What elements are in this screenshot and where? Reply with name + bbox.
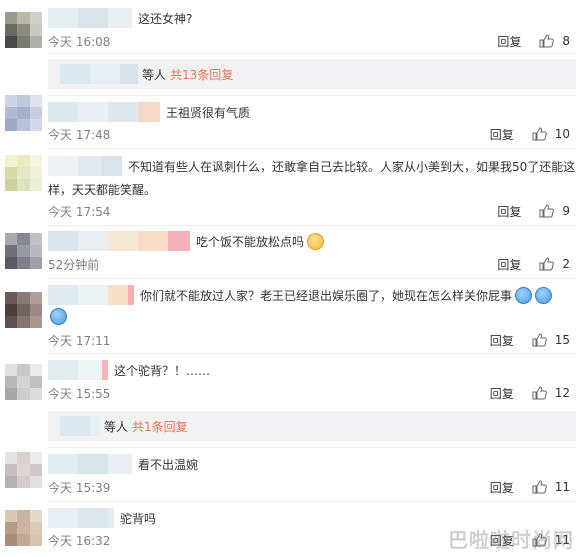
comment-meta: 今天 17:11 回复 15 bbox=[48, 332, 570, 348]
reply-button[interactable]: 回复 bbox=[490, 126, 514, 143]
reply-button[interactable]: 回复 bbox=[497, 33, 521, 50]
like-count: 10 bbox=[554, 127, 570, 141]
divider bbox=[48, 447, 576, 448]
like-button[interactable]: 15 bbox=[532, 333, 570, 347]
comment-time: 今天 16:32 bbox=[48, 533, 111, 548]
comment-text: 这个驼背？！…… bbox=[114, 363, 211, 378]
like-count: 11 bbox=[554, 480, 570, 494]
avatar[interactable] bbox=[5, 155, 42, 191]
blurred-username[interactable] bbox=[60, 64, 138, 84]
thumbs-up-icon bbox=[539, 257, 555, 271]
like-button[interactable]: 12 bbox=[532, 386, 570, 400]
comment-line: 你们就不能放过人家？老王已经退出娱乐圈了，她现在怎么样关你屁事 bbox=[48, 284, 576, 306]
blurred-username[interactable] bbox=[48, 8, 132, 28]
like-button[interactable]: 2 bbox=[539, 257, 570, 271]
blurred-username[interactable] bbox=[48, 508, 114, 528]
like-button[interactable]: 8 bbox=[539, 34, 570, 48]
comment-line: 看不出温婉 bbox=[48, 453, 576, 475]
face-emoji-icon bbox=[515, 286, 533, 304]
like-count: 2 bbox=[562, 257, 570, 271]
avatar[interactable] bbox=[5, 233, 42, 269]
thumbs-up-icon bbox=[532, 386, 547, 400]
thumbs-up-icon bbox=[532, 127, 547, 141]
divider bbox=[48, 278, 576, 279]
sub-reply-summary[interactable]: 等人 共13条回复 bbox=[48, 59, 576, 89]
comment-line-continued bbox=[48, 305, 576, 327]
comment-line: 王祖贤很有气质 bbox=[48, 101, 576, 123]
divider bbox=[48, 501, 576, 502]
like-button[interactable]: 9 bbox=[539, 204, 570, 218]
watermark: 巴啦啦时尚网 bbox=[448, 528, 574, 552]
comment-time: 今天 16:08 bbox=[48, 34, 111, 49]
comment-time: 今天 17:48 bbox=[48, 127, 111, 142]
avatar[interactable] bbox=[5, 452, 42, 488]
blurred-username[interactable] bbox=[48, 231, 190, 251]
divider bbox=[48, 353, 576, 354]
comment-meta: 今天 17:48 回复 10 bbox=[48, 126, 570, 142]
comment-line-continued: 样，天天都能笑醒。 bbox=[48, 178, 576, 200]
like-button[interactable]: 11 bbox=[532, 480, 570, 494]
laughing-emoji-icon bbox=[307, 232, 325, 250]
blurred-username[interactable] bbox=[48, 102, 160, 122]
comment-meta: 今天 15:39 回复 11 bbox=[48, 479, 570, 495]
sub-reply-count-link[interactable]: 共1条回复 bbox=[132, 418, 188, 435]
comment-line: 吃个饭不能放松点吗 bbox=[48, 230, 576, 252]
reply-button[interactable]: 回复 bbox=[497, 256, 521, 273]
sub-reply-count-link[interactable]: 共13条回复 bbox=[170, 66, 233, 83]
thumbs-up-icon bbox=[532, 333, 547, 347]
reply-button[interactable]: 回复 bbox=[490, 479, 514, 496]
comment-text-continued: 样，天天都能笑醒。 bbox=[48, 182, 157, 197]
avatar[interactable] bbox=[5, 95, 42, 131]
comment-meta: 今天 17:54 回复 9 bbox=[48, 203, 570, 219]
avatar[interactable] bbox=[5, 510, 42, 546]
comment-line: 不知道有些人在讽刺什么，还敢拿自己去比较。人家从小美到大，如果我50了还能这 bbox=[48, 155, 576, 177]
divider bbox=[48, 95, 576, 96]
blurred-username[interactable] bbox=[48, 156, 122, 176]
comment-meta: 今天 16:08 回复 8 bbox=[48, 33, 570, 49]
like-count: 15 bbox=[554, 333, 570, 347]
comment-text: 吃个饭不能放松点吗 bbox=[196, 234, 305, 249]
comment-time: 今天 17:11 bbox=[48, 333, 111, 348]
comment-text: 王祖贤很有气质 bbox=[166, 105, 251, 120]
comment-line: 这还女神? bbox=[48, 7, 576, 29]
comment-text: 看不出温婉 bbox=[138, 457, 199, 472]
thumbs-up-icon bbox=[532, 480, 547, 494]
face-emoji-icon bbox=[50, 307, 67, 325]
comment-text: 你们就不能放过人家？老王已经退出娱乐圈了，她现在怎么样关你屁事 bbox=[140, 288, 513, 303]
reply-button[interactable]: 回复 bbox=[490, 385, 514, 402]
blurred-username[interactable] bbox=[60, 416, 100, 436]
like-count: 12 bbox=[554, 386, 570, 400]
comment-meta: 今天 15:55 回复 12 bbox=[48, 385, 570, 401]
divider bbox=[48, 148, 576, 149]
blurred-username[interactable] bbox=[48, 285, 134, 305]
comment-time: 52分钟前 bbox=[48, 257, 100, 272]
divider bbox=[48, 225, 576, 226]
reply-button[interactable]: 回复 bbox=[490, 332, 514, 349]
face-emoji-icon bbox=[535, 286, 553, 304]
like-count: 8 bbox=[562, 34, 570, 48]
thumbs-up-icon bbox=[539, 34, 555, 48]
divider bbox=[48, 53, 576, 54]
thumbs-up-icon bbox=[539, 204, 555, 218]
avatar[interactable] bbox=[5, 364, 42, 400]
blurred-username[interactable] bbox=[48, 454, 132, 474]
comment-line: 这个驼背？！…… bbox=[48, 359, 576, 381]
comment-time: 今天 15:55 bbox=[48, 386, 111, 401]
comment-time: 今天 15:39 bbox=[48, 480, 111, 495]
comment-meta: 52分钟前 回复 2 bbox=[48, 256, 570, 272]
comment-text: 不知道有些人在讽刺什么，还敢拿自己去比较。人家从小美到大，如果我50了还能这 bbox=[128, 159, 576, 174]
reply-button[interactable]: 回复 bbox=[497, 203, 521, 220]
sub-reply-users: 等人 bbox=[142, 67, 167, 82]
sub-reply-users: 等人 bbox=[104, 419, 129, 434]
avatar[interactable] bbox=[5, 12, 42, 48]
comment-time: 今天 17:54 bbox=[48, 204, 111, 219]
comment-text: 驼背吗 bbox=[120, 511, 157, 526]
like-button[interactable]: 10 bbox=[532, 127, 570, 141]
sub-reply-summary[interactable]: 等人 共1条回复 bbox=[48, 411, 576, 441]
avatar[interactable] bbox=[5, 292, 42, 328]
like-count: 9 bbox=[562, 204, 570, 218]
blurred-username[interactable] bbox=[48, 360, 108, 380]
comment-text: 这还女神? bbox=[138, 11, 193, 26]
